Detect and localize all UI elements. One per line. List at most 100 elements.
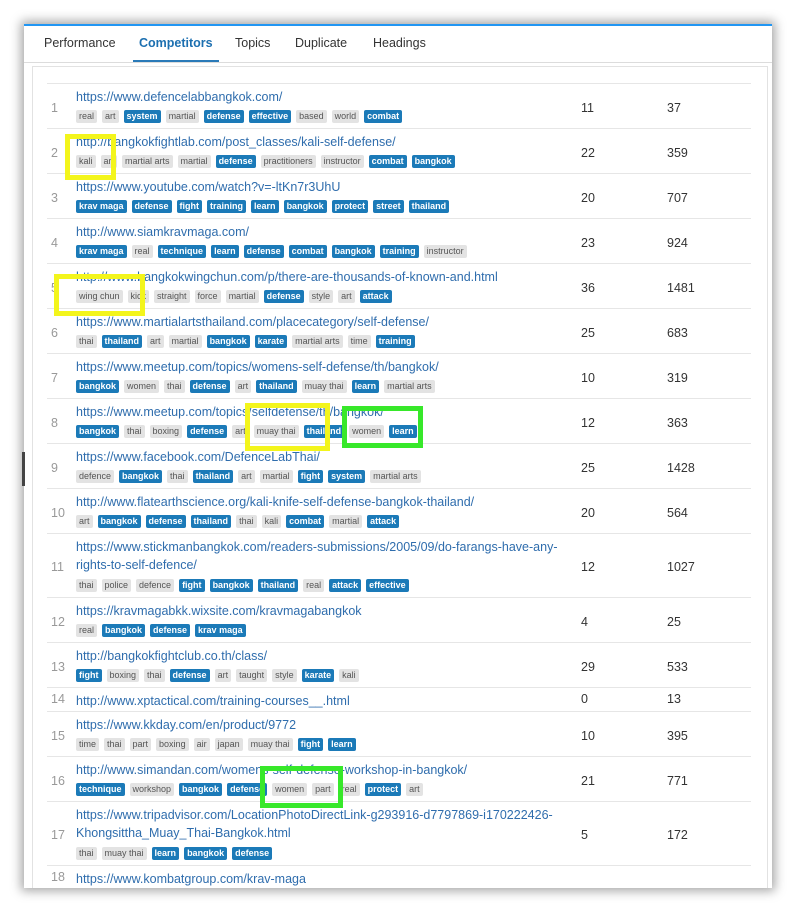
keyword-tag: thailand bbox=[101, 335, 143, 348]
table-row: 17 https://www.tripadvisor.com/LocationPh… bbox=[47, 802, 751, 866]
keyword-tag: technique bbox=[76, 783, 125, 796]
keyword-tags: fight boxing thai defense art taught style kara… bbox=[76, 669, 359, 682]
common-keywords-count: 11 bbox=[581, 100, 594, 115]
keyword-tag: bangkok bbox=[76, 380, 120, 393]
competitor-url-link[interactable]: http://www.bangkokwingchun.com/p/there-a… bbox=[76, 268, 576, 286]
keyword-tag: thai bbox=[76, 847, 97, 860]
keyword-tag: bangkok bbox=[184, 847, 228, 860]
url-text: http://www.xptactical.com/training-cours… bbox=[76, 694, 350, 708]
keyword-tag: bangkok bbox=[283, 200, 327, 213]
table-row: 1 https://www.defencelabbangkok.com/real a… bbox=[47, 84, 751, 129]
yellow-highlight-box bbox=[65, 134, 116, 180]
keyword-tag: bangkok bbox=[76, 425, 120, 438]
keyword-tag: muay thai bbox=[247, 738, 293, 751]
keyword-tag: japan bbox=[214, 738, 243, 751]
keyword-tag: learn bbox=[328, 738, 356, 751]
keyword-tags: thai muay thai learn bangkok defense bbox=[76, 847, 273, 860]
keyword-tag: women bbox=[124, 380, 160, 393]
keyword-tag: art bbox=[406, 783, 423, 796]
keyword-tag: thai bbox=[144, 669, 165, 682]
keyword-tag: defense bbox=[189, 380, 230, 393]
keyword-tag: art bbox=[102, 110, 119, 123]
keyword-tag: part bbox=[129, 738, 152, 751]
competitor-url-link[interactable]: https://www.martialartsthailand.com/plac… bbox=[76, 313, 576, 331]
tab-duplicate[interactable]: Duplicate bbox=[289, 26, 353, 60]
competitor-url-link[interactable]: http://www.siamkravmaga.com/ bbox=[76, 223, 576, 241]
competitor-url-link[interactable]: https://www.kombatgroup.com/krav-maga bbox=[76, 870, 576, 888]
keyword-tag: defense bbox=[145, 515, 186, 528]
keyword-tag: protect bbox=[331, 200, 369, 213]
keyword-tag: bangkok bbox=[206, 335, 250, 348]
common-keywords-count: 29 bbox=[581, 659, 595, 674]
competitor-url-link[interactable]: http://bangkokfightlab.com/post_classes/… bbox=[76, 133, 576, 151]
keyword-tag: combat bbox=[288, 245, 327, 258]
keyword-tag: air bbox=[193, 738, 210, 751]
row-number: 14 bbox=[51, 692, 65, 706]
keyword-tag: taught bbox=[236, 669, 268, 682]
tab-competitors[interactable]: Competitors bbox=[133, 26, 219, 62]
common-keywords-count: 22 bbox=[581, 145, 595, 160]
tab-performance[interactable]: Performance bbox=[38, 26, 122, 60]
competitor-url-link[interactable]: https://www.meetup.com/topics/womens-sel… bbox=[76, 358, 576, 376]
table-row: 7 https://www.meetup.com/topics/womens-se… bbox=[47, 354, 751, 399]
competitor-url-link[interactable]: https://www.tripadvisor.com/LocationPhot… bbox=[76, 806, 576, 842]
keyword-tag: real bbox=[76, 110, 98, 123]
common-keywords-count: 25 bbox=[581, 460, 595, 475]
keyword-tag: combat bbox=[368, 155, 407, 168]
common-keywords-count: 36 bbox=[581, 280, 595, 295]
keyword-tag: martial arts bbox=[122, 155, 173, 168]
keyword-tag: learn bbox=[251, 200, 279, 213]
keyword-tag: art bbox=[238, 470, 255, 483]
keyword-tag: real bbox=[76, 624, 98, 637]
keyword-tags: bangkok women thai defense art thailand muay t… bbox=[76, 380, 435, 393]
competitors-window: Performance Competitors Topics Duplicate… bbox=[24, 24, 772, 888]
keyword-tag: training bbox=[375, 335, 415, 348]
common-keywords-count: 12 bbox=[581, 415, 595, 430]
keyword-tag: bangkok bbox=[119, 470, 163, 483]
common-keywords-count: 5 bbox=[581, 828, 588, 842]
competitor-url-link[interactable]: http://bangkokfightclub.co.th/class/ bbox=[76, 647, 576, 665]
row-number: 16 bbox=[51, 773, 65, 788]
keyword-tag: thailand bbox=[408, 200, 450, 213]
table-row: 4 http://www.siamkravmaga.com/krav maga re… bbox=[47, 219, 751, 264]
competitor-url-link[interactable]: https://www.stickmanbangkok.com/readers-… bbox=[76, 538, 576, 574]
keyword-tag: boxing bbox=[106, 669, 140, 682]
common-keywords-count: 12 bbox=[581, 560, 595, 574]
tab-topics[interactable]: Topics bbox=[229, 26, 276, 60]
url-text: https://www.youtube.com/watch?v=-ltKn7r3… bbox=[76, 180, 341, 194]
row-number: 11 bbox=[51, 560, 64, 574]
row-number: 8 bbox=[51, 415, 58, 430]
keyword-tag: bangkok bbox=[331, 245, 375, 258]
competitor-url-link[interactable]: http://www.flatearthscience.org/kali-kni… bbox=[76, 493, 576, 511]
keyword-tag: martial bbox=[329, 515, 363, 528]
word-count: 319 bbox=[667, 370, 688, 385]
competitor-url-link[interactable]: https://kravmagabkk.wixsite.com/kravmaga… bbox=[76, 602, 576, 620]
word-count: 395 bbox=[667, 728, 688, 743]
table-row: 3 https://www.youtube.com/watch?v=-ltKn7r… bbox=[47, 174, 751, 219]
competitor-url-link[interactable]: http://www.xptactical.com/training-cours… bbox=[76, 692, 576, 710]
table-row: 16 http://www.simandan.com/womens-self-de… bbox=[47, 757, 751, 802]
word-count: 683 bbox=[667, 325, 688, 340]
keyword-tag: bangkok bbox=[102, 624, 146, 637]
yellow-highlight-box bbox=[245, 403, 330, 451]
word-count: 363 bbox=[667, 415, 688, 430]
keyword-tag: real bbox=[303, 579, 325, 592]
url-text: https://www.kombatgroup.com/krav-maga bbox=[76, 872, 306, 886]
keyword-tag: martial bbox=[168, 335, 202, 348]
keyword-tag: instructor bbox=[320, 155, 364, 168]
keyword-tag: street bbox=[373, 200, 404, 213]
keyword-tag: martial bbox=[165, 110, 199, 123]
competitors-panel: 1 https://www.defencelabbangkok.com/real a… bbox=[32, 66, 768, 888]
keyword-tags: art bangkok defense thailand thai kali combat m… bbox=[76, 515, 400, 528]
competitor-url-link[interactable]: https://www.kkday.com/en/product/9772 bbox=[76, 716, 576, 734]
competitor-url-link[interactable]: https://www.defencelabbangkok.com/ bbox=[76, 88, 576, 106]
competitor-url-link[interactable]: https://www.youtube.com/watch?v=-ltKn7r3… bbox=[76, 178, 576, 196]
table-row: 10 http://www.flatearthscience.org/kali-k… bbox=[47, 489, 751, 534]
keyword-tag: defense bbox=[187, 425, 228, 438]
keyword-tag: system bbox=[328, 470, 366, 483]
keyword-tag: karate bbox=[254, 335, 288, 348]
tab-headings[interactable]: Headings bbox=[367, 26, 432, 60]
competitors-table: 1 https://www.defencelabbangkok.com/real a… bbox=[47, 83, 751, 888]
keyword-tag: effective bbox=[366, 579, 409, 592]
row-number: 17 bbox=[51, 828, 65, 842]
